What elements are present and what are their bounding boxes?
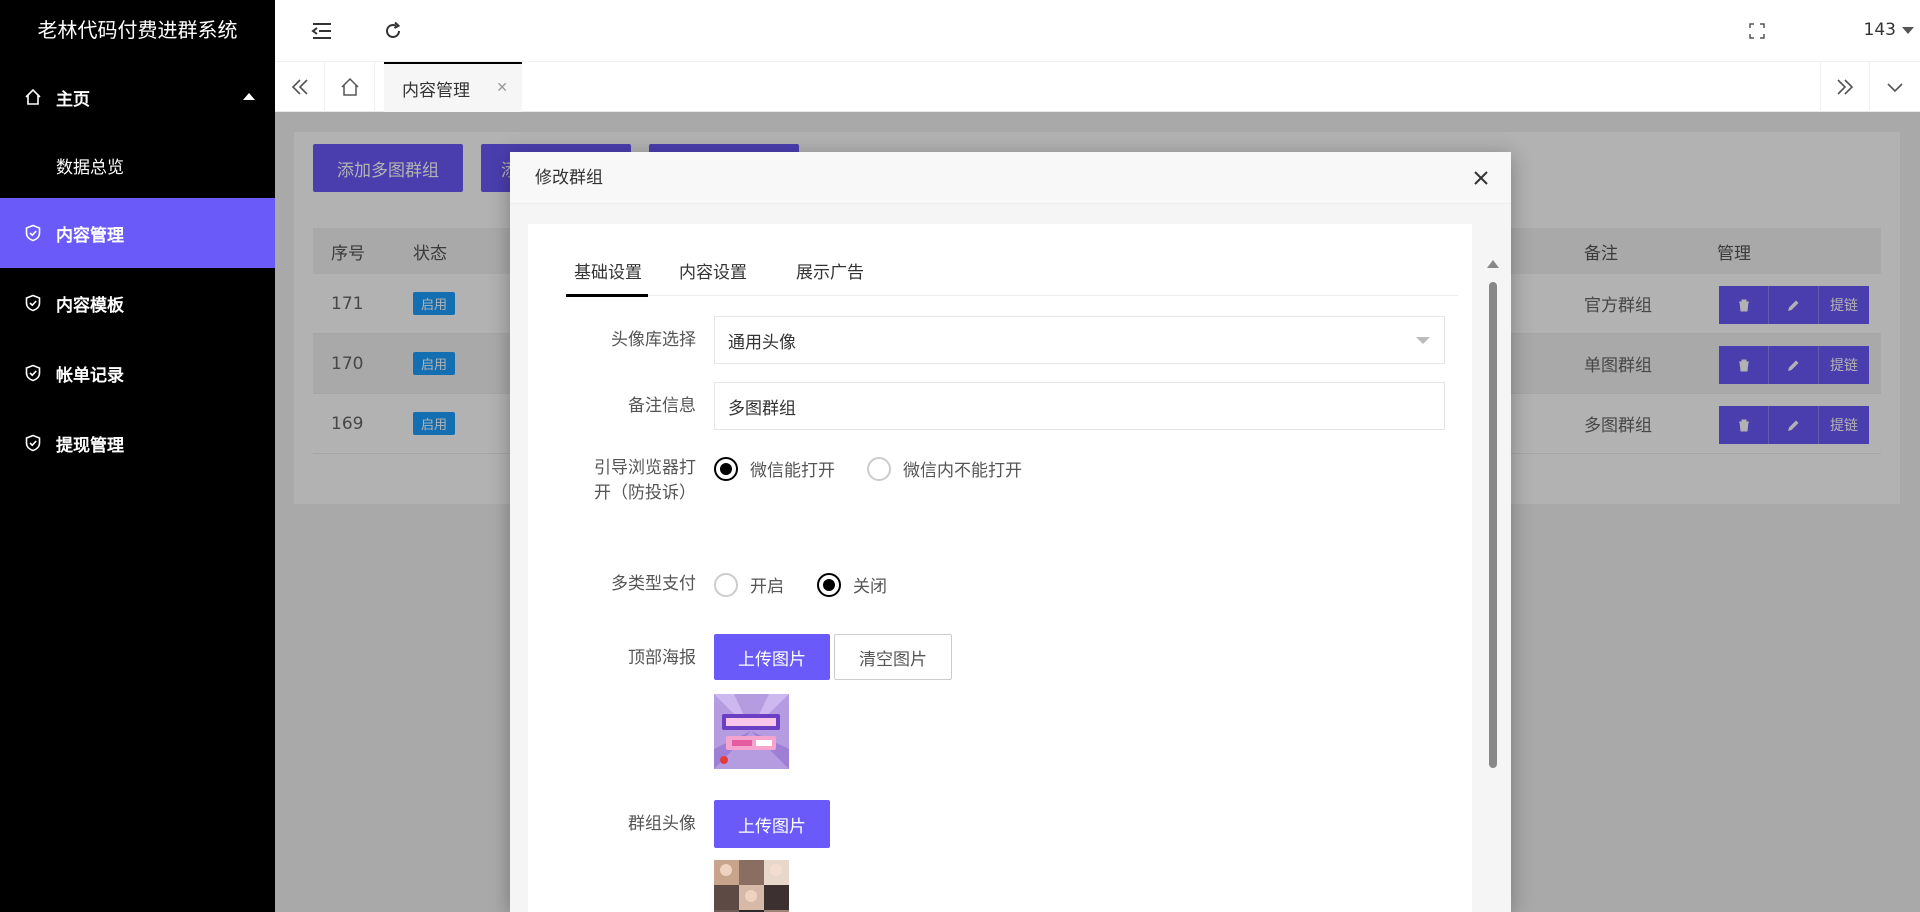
home-tab-icon[interactable]	[325, 62, 375, 112]
active-tab-indicator	[566, 294, 648, 297]
sidebar-item-home[interactable]: 主页	[0, 62, 275, 132]
tabs-scroll-left-icon[interactable]	[275, 62, 325, 112]
top-header: 143	[275, 0, 1920, 62]
sidebar-item-label: 内容管理	[56, 225, 124, 246]
shield-icon	[24, 434, 42, 452]
radio-checked-icon	[817, 572, 841, 597]
user-name: 143	[1863, 20, 1896, 40]
tab-content-management[interactable]: 内容管理 ✕	[384, 62, 522, 112]
sidebar-item-withdraw[interactable]: 提现管理	[0, 408, 275, 478]
radio-label: 开启	[750, 577, 784, 597]
poster-thumbnail[interactable]	[714, 694, 789, 769]
sidebar-item-bills[interactable]: 帐单记录	[0, 338, 275, 408]
tab-ads[interactable]: 展示广告	[796, 258, 864, 283]
note-value: 多图群组	[728, 398, 796, 419]
shield-icon	[24, 224, 42, 242]
menu-collapse-icon[interactable]	[309, 18, 335, 44]
form-area: 基础设置 内容设置 展示广告 头像库选择 通用头像 备注信息 多图群组 引导浏览…	[528, 224, 1472, 912]
home-icon	[24, 88, 42, 106]
user-menu[interactable]: 143	[1864, 20, 1914, 40]
radio-label: 微信内不能打开	[903, 461, 1022, 481]
poster-label: 顶部海报	[628, 648, 696, 668]
scrollbar-thumb[interactable]	[1489, 282, 1497, 768]
sidebar: 老林代码付费进群系统 主页 数据总览 内容管理 内容模板 帐单记录 提现管理	[0, 0, 275, 912]
scroll-up-icon[interactable]	[1487, 260, 1499, 268]
sidebar-item-label: 帐单记录	[56, 365, 124, 386]
fullscreen-icon[interactable]	[1744, 18, 1770, 44]
radio-label: 微信能打开	[750, 461, 835, 481]
shield-icon	[24, 364, 42, 382]
tabs-scroll-right-icon[interactable]	[1820, 62, 1870, 112]
sidebar-item-label: 提现管理	[56, 435, 124, 456]
shield-icon	[24, 294, 42, 312]
modal-title: 修改群组	[510, 152, 1511, 204]
close-icon[interactable]	[1469, 166, 1493, 190]
avatar-lib-value: 通用头像	[728, 332, 796, 353]
tabs-dropdown-icon[interactable]	[1870, 62, 1920, 112]
pay-label: 多类型支付	[611, 574, 696, 594]
chevron-down-icon	[1416, 337, 1430, 344]
upload-avatar-button[interactable]: 上传图片	[714, 800, 830, 848]
radio-pay-off[interactable]: 关闭	[817, 572, 887, 597]
tab-bar: 内容管理 ✕	[275, 62, 1920, 112]
radio-unchecked-icon	[867, 456, 891, 481]
modal-body: 基础设置 内容设置 展示广告 头像库选择 通用头像 备注信息 多图群组 引导浏览…	[510, 204, 1511, 912]
chevron-down-icon	[1902, 26, 1914, 34]
form-tabs: 基础设置 内容设置 展示广告	[566, 224, 1458, 297]
refresh-icon[interactable]	[380, 18, 406, 44]
sidebar-item-label: 内容模板	[56, 295, 124, 316]
radio-unchecked-icon	[714, 572, 738, 597]
sidebar-item-templates[interactable]: 内容模板	[0, 268, 275, 338]
note-label: 备注信息	[628, 396, 696, 416]
radio-wechat-open[interactable]: 微信能打开	[714, 456, 835, 481]
clear-poster-button[interactable]: 清空图片	[834, 634, 952, 680]
caret-up-icon	[243, 93, 255, 100]
sidebar-item-label: 主页	[56, 89, 90, 110]
edit-group-modal: 修改群组 基础设置 内容设置 展示广告 头像库选择 通用头像 备注信息 多图群组…	[510, 152, 1511, 912]
tab-content-settings[interactable]: 内容设置	[679, 258, 747, 283]
note-input[interactable]: 多图群组	[714, 382, 1445, 430]
radio-checked-icon	[714, 456, 738, 481]
sidebar-item-overview[interactable]: 数据总览	[0, 132, 275, 198]
upload-poster-button[interactable]: 上传图片	[714, 634, 830, 680]
radio-pay-on[interactable]: 开启	[714, 572, 784, 597]
radio-wechat-no-open[interactable]: 微信内不能打开	[867, 456, 1022, 481]
tab-label: 内容管理	[402, 80, 470, 101]
guide-label: 引导浏览器打开（防投诉）	[594, 458, 696, 503]
group-avatar-label: 群组头像	[628, 814, 696, 834]
group-avatar-thumbnail[interactable]	[714, 860, 789, 912]
app-title: 老林代码付费进群系统	[37, 18, 238, 42]
radio-label: 关闭	[853, 577, 887, 597]
close-icon[interactable]: ✕	[496, 80, 508, 96]
avatar-lib-select[interactable]: 通用头像	[714, 316, 1445, 364]
sidebar-item-content[interactable]: 内容管理	[0, 198, 275, 268]
tab-basic-settings[interactable]: 基础设置	[574, 258, 642, 283]
avatar-lib-label: 头像库选择	[611, 330, 696, 350]
